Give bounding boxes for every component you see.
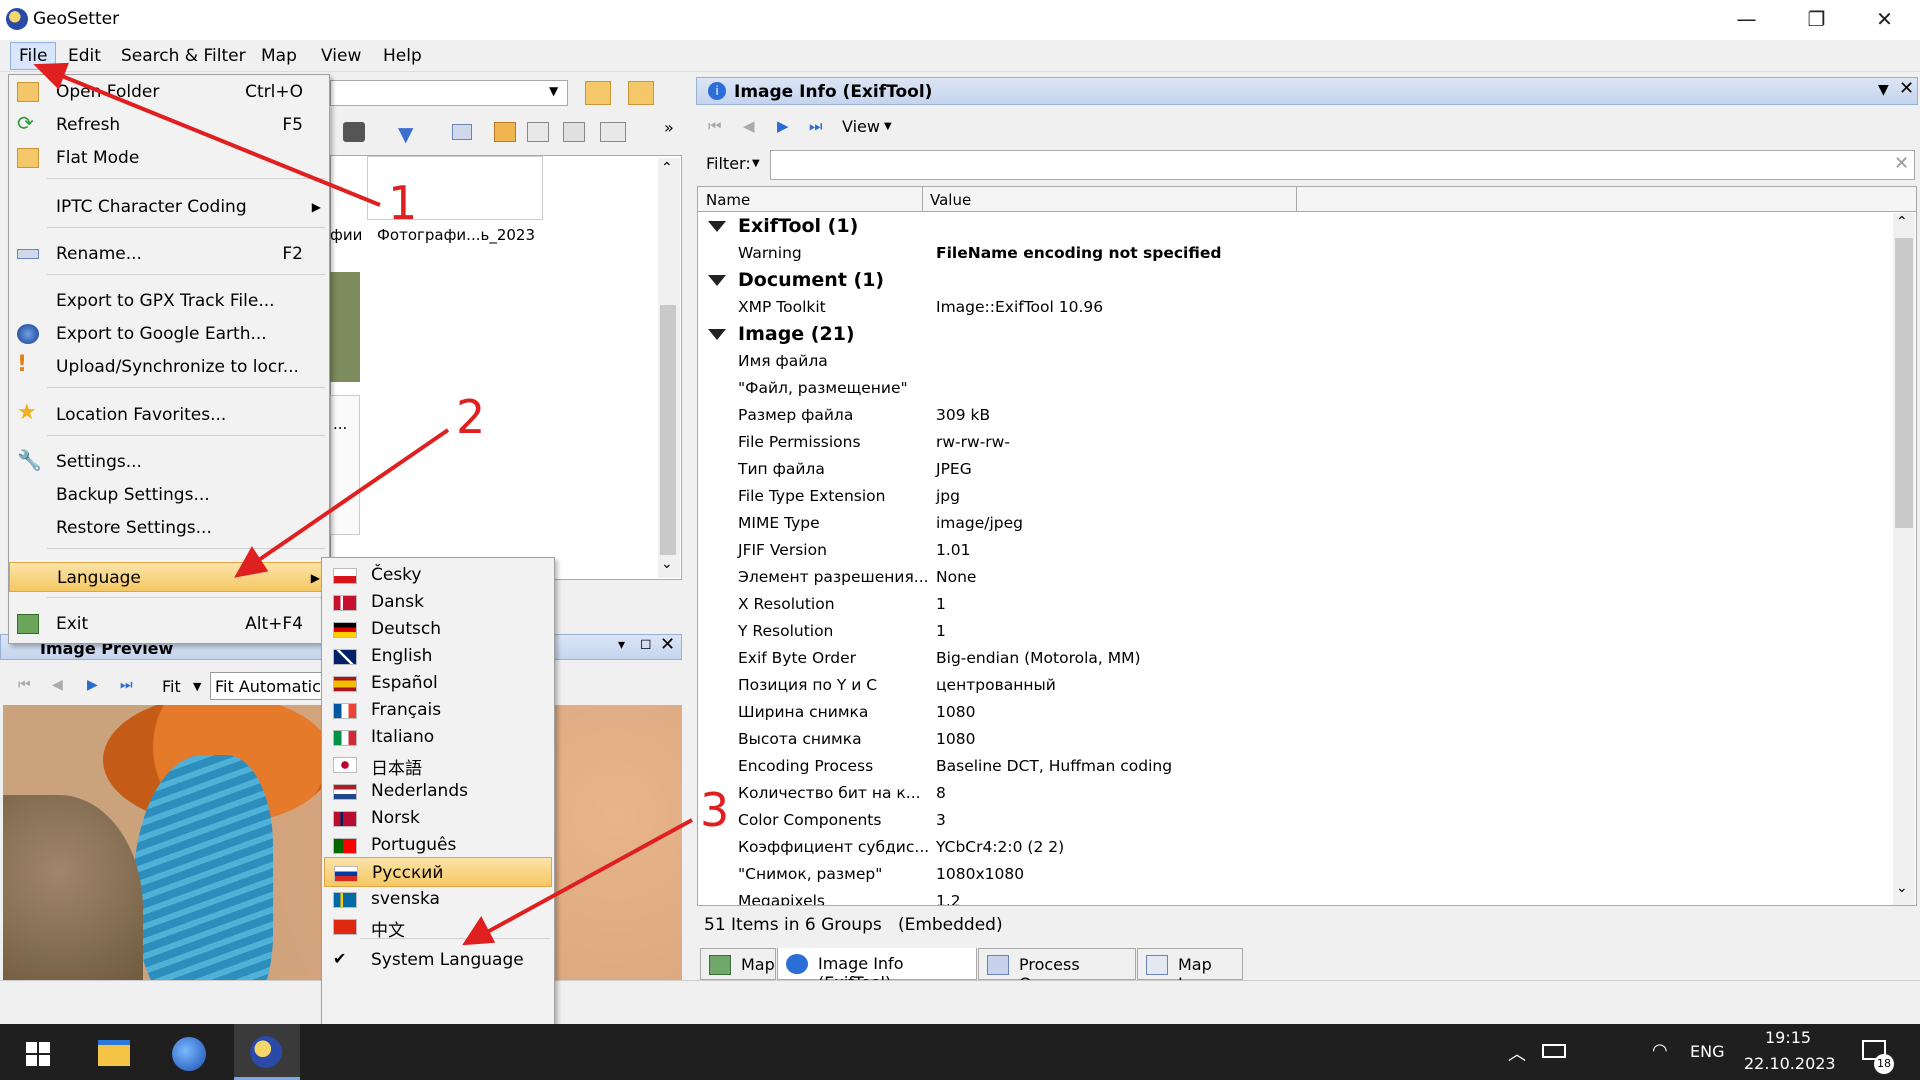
clock-date[interactable]: 22.10.2023	[1744, 1054, 1836, 1073]
arrowhead-icon	[462, 916, 496, 946]
annotation-arrow-3	[479, 818, 693, 938]
geosetter-icon	[250, 1036, 282, 1068]
keyboard-icon[interactable]	[1542, 1044, 1566, 1058]
wifi-icon[interactable]: ◠	[1652, 1040, 1668, 1061]
arrowhead-icon	[33, 62, 69, 90]
notification-badge: 18	[1874, 1054, 1894, 1074]
arrowhead-icon	[234, 546, 269, 578]
chevron-up-icon[interactable]: ︿	[1508, 1040, 1526, 1066]
annotation-label-2: 2	[456, 390, 486, 444]
annotation-label-3: 3	[700, 783, 730, 837]
clock-time[interactable]: 19:15	[1765, 1028, 1811, 1047]
annotation-overlay	[33, 62, 693, 946]
file-explorer-icon[interactable]	[98, 1040, 130, 1066]
firefox-icon[interactable]	[172, 1037, 206, 1071]
annotation-arrow-1	[51, 70, 381, 207]
language-indicator[interactable]: ENG	[1690, 1042, 1724, 1061]
annotation-arrow-2	[248, 428, 450, 568]
start-button[interactable]	[26, 1042, 50, 1066]
annotation-label-1: 1	[388, 176, 418, 230]
